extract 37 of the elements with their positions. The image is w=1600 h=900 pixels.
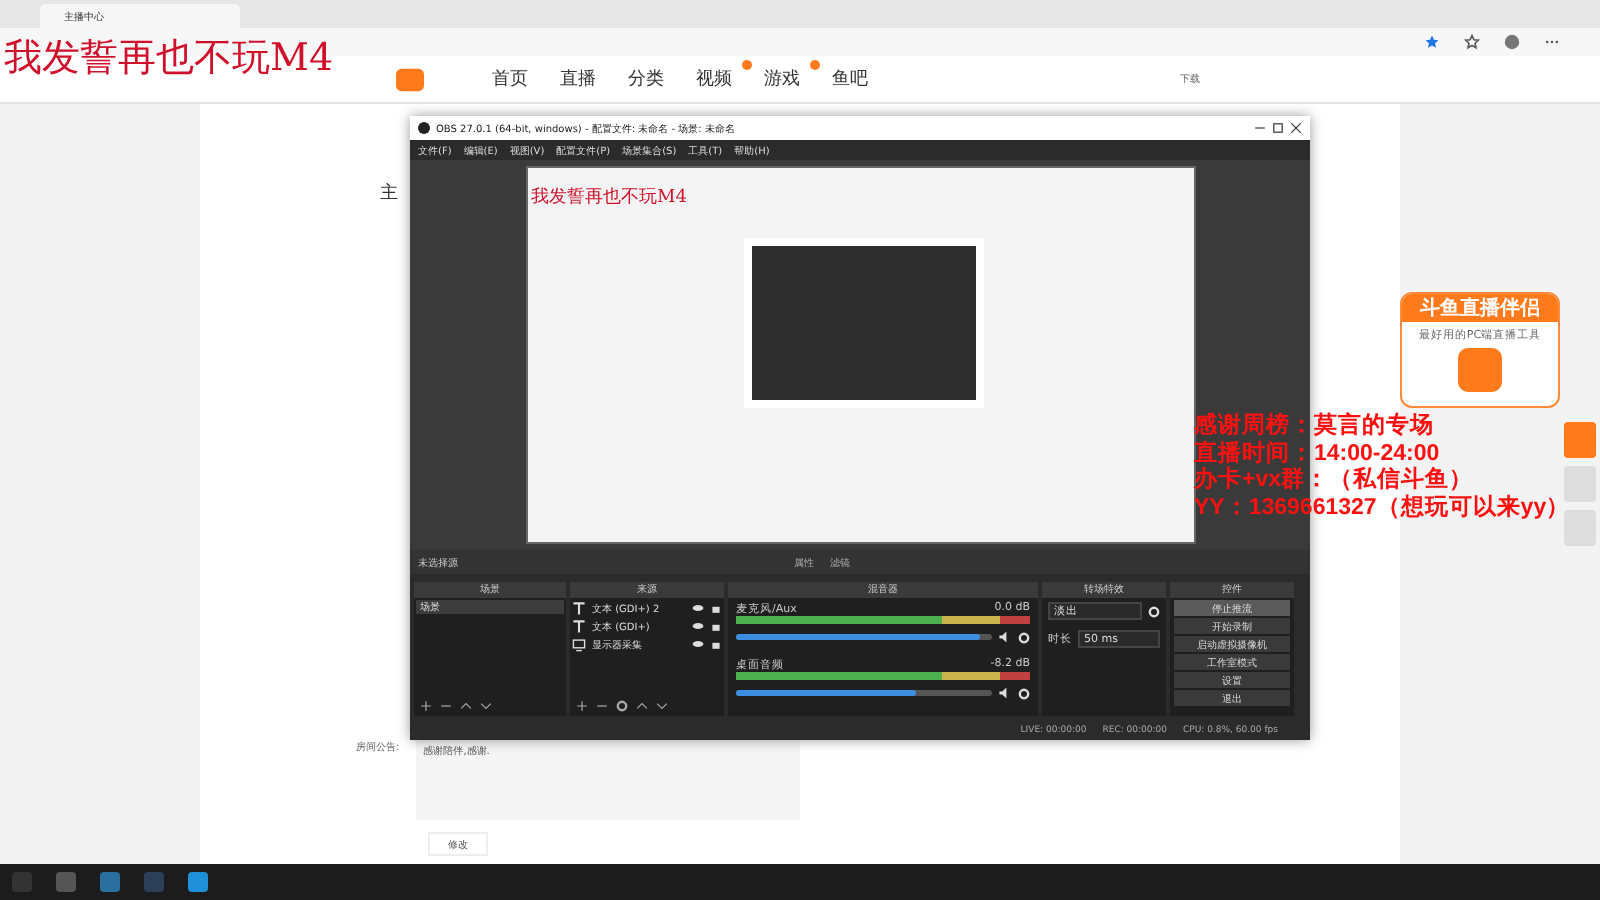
remove-icon[interactable] bbox=[596, 700, 608, 712]
down-icon[interactable] bbox=[656, 700, 668, 712]
favorites-icon[interactable] bbox=[1464, 34, 1480, 50]
overlay-headline: 我发誓再也不玩M4 bbox=[4, 34, 334, 84]
side-label: 主 bbox=[380, 181, 398, 206]
text-icon bbox=[572, 601, 586, 615]
volume-slider[interactable] bbox=[736, 690, 992, 696]
up-icon[interactable] bbox=[460, 700, 472, 712]
nav-link[interactable]: 分类 bbox=[628, 66, 696, 92]
overlay-line: 感谢周榜：莫言的专场 bbox=[1194, 414, 1434, 440]
remove-icon[interactable] bbox=[440, 700, 452, 712]
text-icon bbox=[572, 619, 586, 633]
minimize-icon[interactable] bbox=[1254, 122, 1266, 134]
overlay-line: 直播时间：14:00-24:00 bbox=[1194, 441, 1440, 466]
nav-link[interactable]: 视频 bbox=[696, 66, 764, 92]
nav-link[interactable]: 首页 bbox=[492, 66, 560, 92]
add-icon[interactable] bbox=[420, 700, 432, 712]
promo-title: 斗鱼直播伴侣 bbox=[1402, 294, 1558, 322]
maximize-icon[interactable] bbox=[1272, 122, 1284, 134]
star-icon bbox=[1424, 34, 1440, 50]
profile-icon[interactable] bbox=[1504, 34, 1520, 50]
overlay-line: 办卡+vx群：（私信斗鱼） bbox=[1194, 468, 1474, 494]
close-icon[interactable] bbox=[1290, 122, 1302, 134]
nav-link[interactable]: 直播 bbox=[560, 66, 628, 92]
obs-logo-icon bbox=[418, 122, 430, 134]
nav-link[interactable]: 鱼吧 bbox=[832, 66, 900, 92]
monitor-icon bbox=[572, 637, 586, 651]
down-icon[interactable] bbox=[480, 700, 492, 712]
preview-headline: 我发誓再也不玩M4 bbox=[531, 185, 689, 210]
nav-link[interactable]: 游戏 bbox=[764, 66, 832, 92]
app-icon bbox=[100, 872, 120, 892]
app-icon bbox=[1458, 348, 1502, 392]
up-icon[interactable] bbox=[636, 700, 648, 712]
speaker-icon[interactable] bbox=[998, 686, 1012, 700]
speaker-icon[interactable] bbox=[998, 630, 1012, 644]
add-icon[interactable] bbox=[576, 700, 588, 712]
gear-icon[interactable] bbox=[616, 700, 628, 712]
